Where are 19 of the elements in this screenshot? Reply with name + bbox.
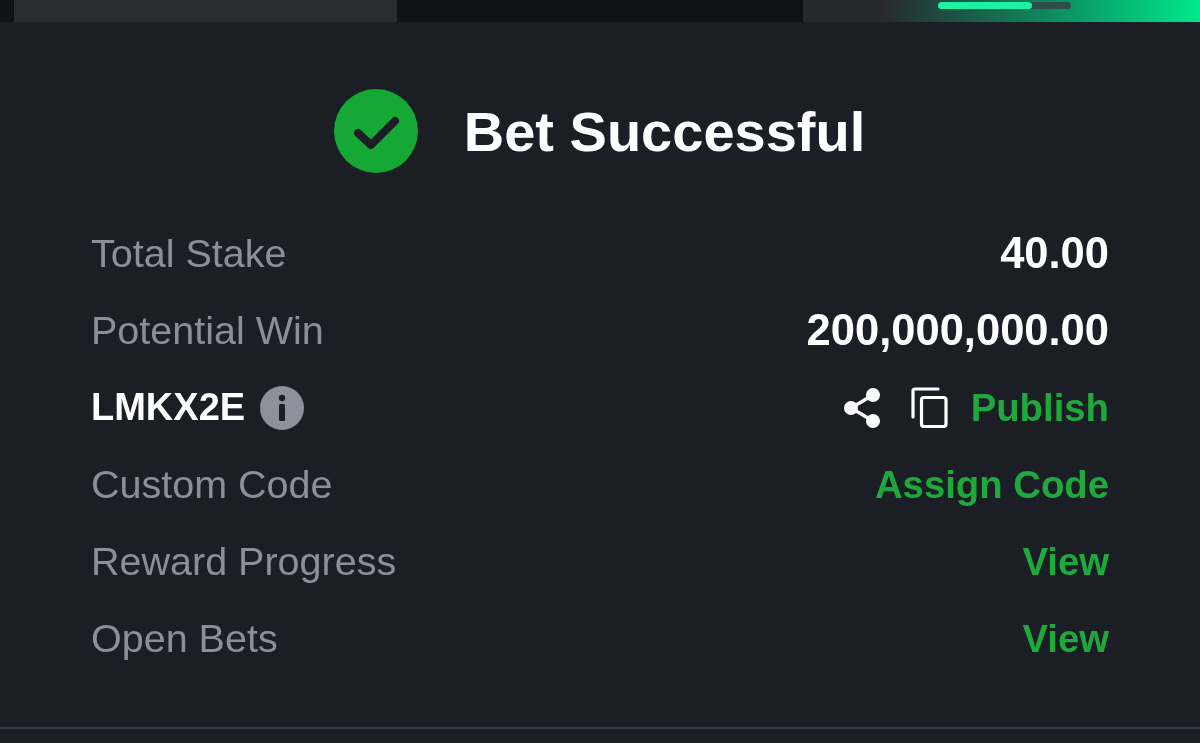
booking-code: LMKX2E xyxy=(91,386,246,429)
action-link[interactable]: View xyxy=(1022,616,1109,661)
result-title: Bet Successful xyxy=(463,98,866,164)
summary-label: Total Stake xyxy=(91,231,287,276)
summary-label: Open Bets xyxy=(91,616,278,661)
summary-label: Potential Win xyxy=(91,308,324,353)
tab-bar-edge xyxy=(0,0,14,22)
action-link[interactable]: View xyxy=(1022,539,1109,584)
action-link[interactable]: Assign Code xyxy=(874,462,1109,507)
info-icon[interactable] xyxy=(260,385,305,430)
publish-link[interactable]: Publish xyxy=(970,385,1109,430)
summary-label: Reward Progress xyxy=(91,539,397,584)
summary-value: 200,000,000.00 xyxy=(806,306,1109,355)
summary-label: Custom Code xyxy=(91,462,333,507)
check-circle-icon xyxy=(333,89,418,173)
share-icon[interactable] xyxy=(842,387,881,428)
copy-icon[interactable] xyxy=(910,387,948,428)
tab[interactable] xyxy=(803,0,1200,22)
summary-value: 40.00 xyxy=(1000,229,1109,278)
